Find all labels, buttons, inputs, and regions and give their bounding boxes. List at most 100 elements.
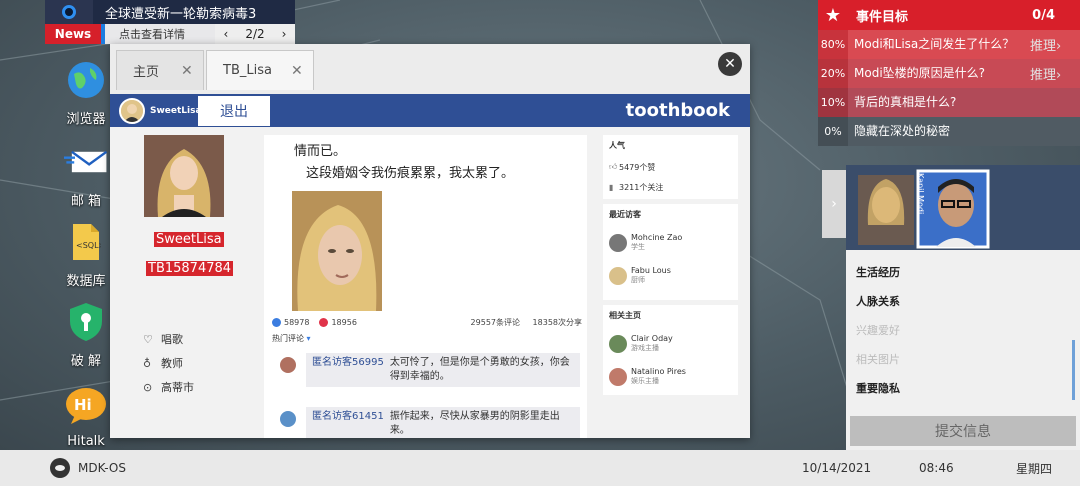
like-count[interactable]: 58978 bbox=[272, 318, 309, 327]
comment-author[interactable]: 匿名访客56995 bbox=[312, 356, 384, 384]
event-objective-item[interactable]: 20% Modi坠楼的原因是什么? 推理› bbox=[818, 59, 1080, 88]
chat-icon: Hi bbox=[64, 384, 108, 428]
profile-info-hobby: ♡ 唱歌 bbox=[143, 327, 194, 351]
info-tab-hobbies[interactable]: 兴趣爱好 bbox=[856, 315, 900, 344]
avatar[interactable] bbox=[119, 97, 145, 124]
event-objective-item[interactable]: 10% 背后的真相是什么? bbox=[818, 88, 1080, 117]
event-objectives-header: ★ 事件目标 0/4 bbox=[818, 0, 1080, 30]
scrollbar[interactable] bbox=[1072, 340, 1075, 400]
location-icon: ⊙ bbox=[143, 380, 153, 394]
related-name: Natalino Pires bbox=[631, 367, 686, 376]
news-headline-bar: 全球遭受新一轮勒索病毒3 bbox=[45, 0, 295, 24]
post-counters: 29557条评论 18358次分享 bbox=[461, 317, 582, 328]
news-page-indicator: 2/2 bbox=[245, 27, 265, 41]
svg-text:Hi: Hi bbox=[74, 396, 92, 414]
os-name: MDK-OS bbox=[78, 461, 126, 475]
related-role: 娱乐主播 bbox=[631, 377, 659, 385]
event-objective-item[interactable]: 0% 隐藏在深处的秘密 bbox=[818, 117, 1080, 146]
event-objective-item[interactable]: 80% Modi和Lisa之间发生了什么？ 推理› bbox=[818, 30, 1080, 59]
profile-info-text: 唱歌 bbox=[161, 333, 183, 346]
close-icon[interactable]: ✕ bbox=[291, 63, 313, 79]
tab-home[interactable]: 主页 ✕ bbox=[116, 50, 204, 90]
comment-item: 匿名访客61451 振作起来，尽快从家暴男的阴影里走出来。 bbox=[280, 407, 580, 438]
profile-sidebar: 人气 👍︎ 5479个赞 ▮ 3211个关注 最近访客 Mohcine Zao 学生 … bbox=[603, 135, 738, 400]
comment-count[interactable]: 29557条评论 bbox=[471, 318, 520, 327]
likes-row: 👍︎ 5479个赞 bbox=[609, 157, 732, 177]
info-tab-life[interactable]: 生活经历 bbox=[856, 257, 900, 286]
post-image[interactable] bbox=[292, 191, 382, 311]
event-title: 事件目标 bbox=[856, 9, 909, 25]
likes-value: 5479个赞 bbox=[619, 162, 656, 172]
profile-name: SweetLisa bbox=[154, 232, 224, 247]
follows-row: ▮ 3211个关注 bbox=[609, 177, 732, 197]
character-info-list: 生活经历 人脉关系 兴趣爱好 相关图片 重要隐私 bbox=[856, 257, 900, 402]
recent-visitors-card: 最近访客 Mohcine Zao 学生 Fabu Lous 厨师 bbox=[603, 204, 738, 300]
like-count-value: 58978 bbox=[284, 318, 310, 327]
objective-question: 背后的真相是什么? bbox=[854, 95, 957, 109]
chevron-right-icon[interactable]: › bbox=[282, 27, 287, 41]
thumbs-up-icon bbox=[272, 318, 281, 327]
comment-author[interactable]: 匿名访客61451 bbox=[312, 410, 384, 438]
popularity-card: 人气 👍︎ 5479个赞 ▮ 3211个关注 bbox=[603, 135, 738, 199]
profile-id: TB15874784 bbox=[146, 261, 234, 276]
related-item[interactable]: Clair Oday 游戏主播 bbox=[609, 327, 732, 360]
window-close-button[interactable]: ✕ bbox=[718, 52, 742, 76]
visitor-item[interactable]: Mohcine Zao 学生 bbox=[609, 226, 732, 259]
brand-logo: toothbook bbox=[625, 100, 730, 121]
event-objectives-panel: ★ 事件目标 0/4 80% Modi和Lisa之间发生了什么？ 推理› 20%… bbox=[818, 0, 1080, 148]
post-text-line: 这段婚姻令我伤痕累累，我太累了。 bbox=[306, 166, 515, 181]
logout-button[interactable]: 退出 bbox=[198, 95, 270, 126]
chevron-right-icon: › bbox=[831, 196, 837, 212]
post-text-line: 情而已。 bbox=[294, 144, 347, 159]
avatar bbox=[609, 233, 627, 252]
visitor-item[interactable]: Fabu Lous 厨师 bbox=[609, 259, 732, 292]
follows-value: 3211个关注 bbox=[619, 182, 664, 192]
objective-percent: 0% bbox=[818, 117, 848, 146]
avatar[interactable] bbox=[280, 357, 296, 373]
close-icon[interactable]: ✕ bbox=[181, 63, 203, 79]
comment-bubble: 匿名访客56995 太可怜了，但是你是个勇敢的女孩，你会得到幸福的。 bbox=[306, 353, 580, 387]
toothbook-body: SweetLisa TB15874784 ♡ 唱歌 ♁ 教师 ⊙ 高蒂市 情而已… bbox=[110, 127, 750, 438]
taskbar-date: 10/14/2021 bbox=[802, 461, 872, 475]
post-text: 情而已。 这段婚姻令我伤痕累累，我太累了。 bbox=[294, 141, 514, 185]
info-tab-privacy[interactable]: 重要隐私 bbox=[856, 373, 900, 402]
character-banner[interactable]: Kapil Modi bbox=[846, 165, 1080, 250]
taskbar-time: 08:46 bbox=[919, 461, 954, 475]
panel-toggle-button[interactable]: › bbox=[822, 170, 846, 238]
header-username: SweetLisa bbox=[150, 105, 202, 116]
event-progress: 0/4 bbox=[1032, 7, 1055, 23]
browser-window: 主页 ✕ TB_Lisa ✕ ✕ SweetLisa 退出 toothbook bbox=[110, 44, 750, 438]
profile-photo[interactable] bbox=[144, 135, 224, 217]
avatar[interactable] bbox=[280, 411, 296, 427]
visitor-name: Mohcine Zao bbox=[631, 233, 683, 242]
chevron-left-icon[interactable]: ‹ bbox=[224, 27, 229, 41]
card-title: 相关主页 bbox=[609, 311, 641, 320]
share-count[interactable]: 18358次分享 bbox=[533, 318, 582, 327]
objective-percent: 20% bbox=[818, 59, 848, 88]
submit-info-button[interactable]: 提交信息 bbox=[850, 416, 1076, 446]
shield-key-icon bbox=[64, 300, 108, 344]
related-name: Clair Oday bbox=[631, 334, 673, 343]
tab-tb-lisa[interactable]: TB_Lisa ✕ bbox=[206, 50, 314, 90]
card-title: 人气 bbox=[609, 141, 625, 150]
tab-label: 主页 bbox=[133, 65, 160, 80]
info-tab-relations[interactable]: 人脉关系 bbox=[856, 286, 900, 315]
news-headline[interactable]: 全球遭受新一轮勒索病毒3 bbox=[93, 3, 256, 22]
infer-button[interactable]: 推理› bbox=[1030, 35, 1080, 54]
objective-question: Modi和Lisa之间发生了什么？ bbox=[854, 37, 1015, 51]
news-pager: ‹ 2/2 › bbox=[215, 24, 295, 44]
comment-item: 匿名访客56995 太可怜了，但是你是个勇敢的女孩，你会得到幸福的。 bbox=[280, 353, 580, 387]
profile-info-location: ⊙ 高蒂市 bbox=[143, 375, 194, 399]
info-tab-photos[interactable]: 相关图片 bbox=[856, 344, 900, 373]
related-item[interactable]: Natalino Pires 娱乐主播 bbox=[609, 360, 732, 393]
avatar bbox=[609, 266, 627, 285]
comment-text: 振作起来，尽快从家暴男的阴影里走出来。 bbox=[389, 411, 560, 436]
heart-icon bbox=[319, 318, 329, 327]
profile-info-text: 高蒂市 bbox=[161, 381, 194, 394]
heart-count[interactable]: 18956 bbox=[319, 318, 357, 327]
database-icon: <SQL> bbox=[64, 220, 108, 264]
infer-button[interactable]: 推理› bbox=[1030, 64, 1080, 83]
heart-icon: ♡ bbox=[143, 332, 153, 346]
hot-comments-toggle[interactable]: 热门评论 ▾ bbox=[272, 333, 311, 344]
os-logo-icon[interactable] bbox=[50, 458, 70, 478]
